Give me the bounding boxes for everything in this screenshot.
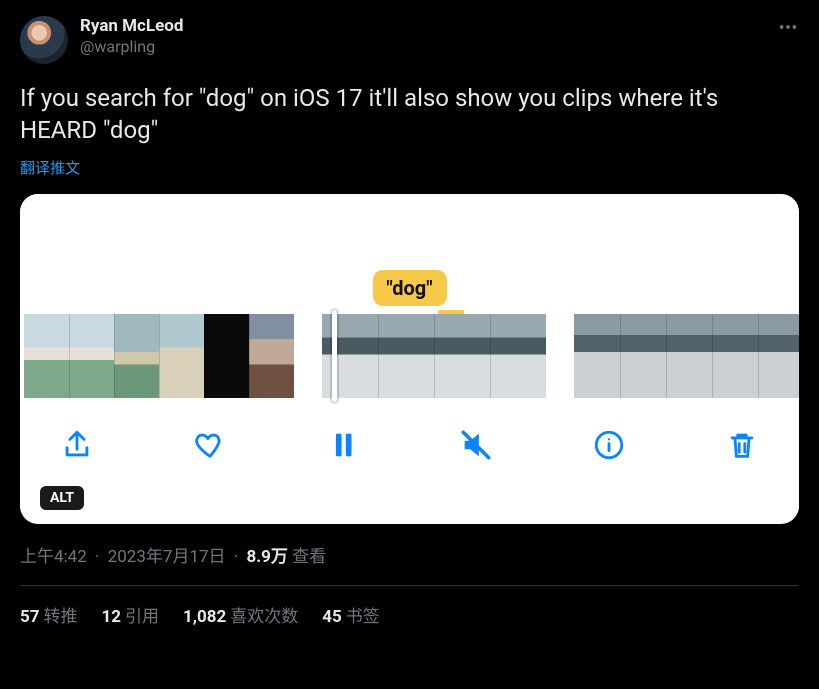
delete-button[interactable] (721, 424, 763, 466)
info-icon (592, 428, 626, 462)
media-card[interactable]: "dog" (20, 194, 799, 524)
filmstrip-row (20, 314, 799, 398)
tweet-meta: 上午4:42 · 2023年7月17日 · 8.9万 查看 (20, 542, 799, 567)
tweet-time[interactable]: 上午4:42 (20, 547, 87, 567)
frame (758, 314, 799, 398)
user-handle: @warpling (80, 37, 183, 57)
retweets-label: 转推 (44, 607, 78, 627)
caption-tag: "dog" (372, 270, 446, 306)
translate-link[interactable]: 翻译推文 (20, 157, 799, 178)
frame (159, 314, 204, 398)
frame (322, 314, 378, 398)
clip-3[interactable] (574, 314, 799, 398)
pause-button[interactable] (322, 424, 364, 466)
frame (434, 314, 490, 398)
alt-badge[interactable]: ALT (40, 486, 84, 510)
retweets-count: 57 (20, 607, 40, 627)
tweet-stats: 57转推 12引用 1,082喜欢次数 45书签 (20, 586, 799, 627)
quotes-label: 引用 (125, 607, 159, 627)
trash-icon (725, 428, 759, 462)
frame (666, 314, 712, 398)
likes-stat[interactable]: 1,082喜欢次数 (183, 602, 298, 627)
like-button[interactable] (189, 424, 231, 466)
quotes-stat[interactable]: 12引用 (102, 602, 160, 627)
author-names[interactable]: Ryan McLeod @warpling (80, 16, 183, 57)
bookmarks-label: 书签 (346, 607, 380, 627)
frame (114, 314, 159, 398)
tweet-header: Ryan McLeod @warpling (20, 16, 799, 64)
likes-label: 喜欢次数 (230, 607, 298, 627)
avatar[interactable] (20, 16, 68, 64)
frame (712, 314, 758, 398)
frame (620, 314, 666, 398)
tweet-text: If you search for "dog" on iOS 17 it'll … (20, 82, 799, 147)
ellipsis-icon (777, 16, 799, 38)
bookmarks-stat[interactable]: 45书签 (322, 602, 380, 627)
mute-button[interactable] (455, 424, 497, 466)
mute-icon (459, 428, 493, 462)
display-name: Ryan McLeod (80, 16, 183, 37)
more-options-button[interactable] (777, 16, 799, 43)
media-top: "dog" (20, 194, 799, 314)
media-toolbar (20, 398, 799, 466)
views-label: 查看 (292, 547, 326, 567)
frame (490, 314, 546, 398)
clip-2[interactable] (322, 314, 546, 398)
frame (378, 314, 434, 398)
tweet-date[interactable]: 2023年7月17日 (108, 547, 226, 567)
frame (574, 314, 620, 398)
heart-icon (193, 428, 227, 462)
pause-icon (326, 428, 360, 462)
quotes-count: 12 (102, 607, 122, 627)
tweet-container: Ryan McLeod @warpling If you search for … (0, 0, 819, 627)
share-icon (60, 428, 94, 462)
frame (24, 314, 69, 398)
retweets-stat[interactable]: 57转推 (20, 602, 78, 627)
bookmarks-count: 45 (322, 607, 342, 627)
share-button[interactable] (56, 424, 98, 466)
views-count: 8.9万 (246, 547, 287, 567)
info-button[interactable] (588, 424, 630, 466)
frame (69, 314, 114, 398)
likes-count: 1,082 (183, 607, 226, 627)
frame (249, 314, 294, 398)
clip-1[interactable] (24, 314, 294, 398)
frame (204, 314, 249, 398)
